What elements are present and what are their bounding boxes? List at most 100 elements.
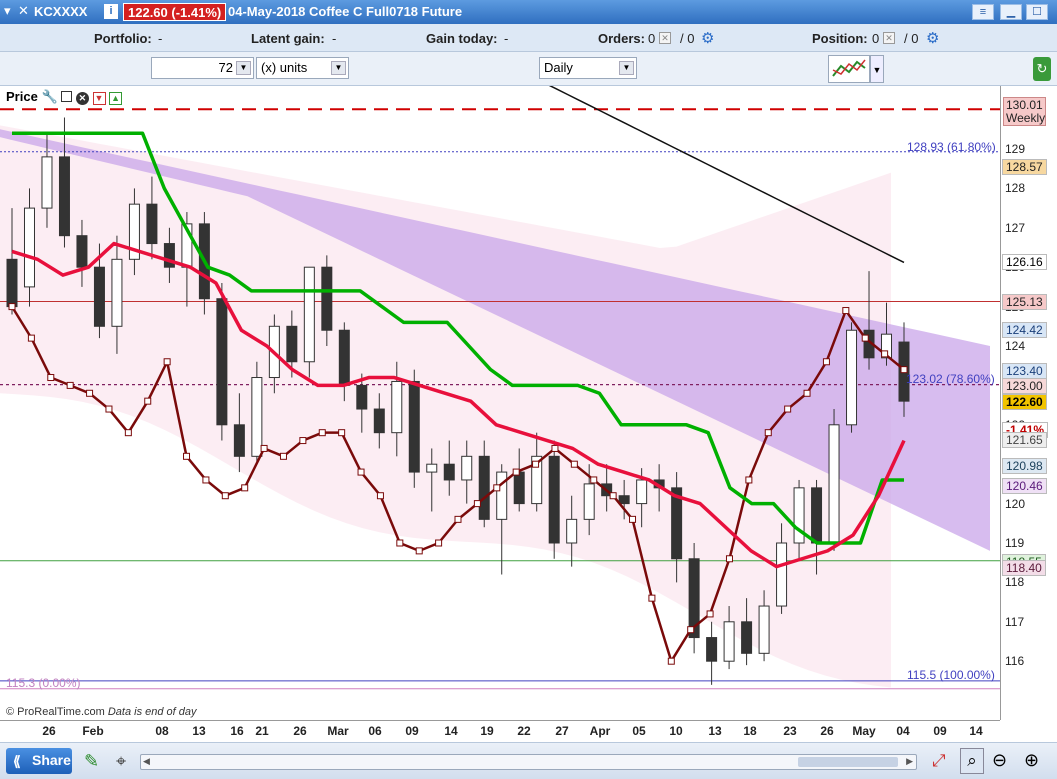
- indicator-point: [493, 484, 501, 492]
- position-gear-icon[interactable]: ⚙: [926, 29, 939, 47]
- indicator-point: [279, 452, 287, 460]
- date-axis[interactable]: [0, 720, 1000, 742]
- indicator-point: [415, 547, 423, 555]
- price-tick-label: 118: [1005, 575, 1025, 590]
- date-tick-label: 21: [255, 724, 269, 738]
- close-icon[interactable]: ✕: [75, 92, 89, 105]
- close-icon[interactable]: ✕: [18, 3, 29, 19]
- date-tick-label: 26: [820, 724, 834, 738]
- indicator-point: [590, 476, 598, 484]
- position-label: Position:: [812, 31, 868, 46]
- indicators-dropdown[interactable]: ▼: [870, 55, 884, 83]
- indicator-point: [648, 594, 656, 602]
- indicator-point: [241, 484, 249, 492]
- zoom-in-icon[interactable]: ⊕: [1024, 750, 1039, 771]
- date-tick-label: 09: [405, 724, 419, 738]
- zoom-fit-icon[interactable]: ⌕: [960, 748, 984, 774]
- candle-body: [286, 325, 298, 363]
- symbol-label[interactable]: KCXXXX: [34, 4, 87, 19]
- price-chart[interactable]: [0, 86, 1000, 720]
- drawing-tools-icon[interactable]: ✎: [84, 751, 99, 772]
- price-marker-label: 122.60: [1002, 394, 1047, 411]
- indicator-point: [299, 437, 307, 445]
- move-up-icon[interactable]: ▲: [109, 92, 123, 105]
- date-tick-label: 13: [708, 724, 722, 738]
- chevron-down-icon[interactable]: ▼: [236, 61, 251, 75]
- share-button[interactable]: ⟪ Share: [6, 748, 72, 774]
- indicator-point: [706, 610, 714, 618]
- chevron-down-icon[interactable]: ▼: [331, 61, 346, 75]
- indicator-point: [183, 452, 191, 460]
- position-cancel-icon[interactable]: ✕: [883, 32, 895, 44]
- candle-body: [758, 605, 770, 654]
- minimize-icon[interactable]: ▁: [1000, 4, 1022, 20]
- cursor-icon[interactable]: ⌖: [116, 751, 126, 772]
- date-tick-label: 27: [555, 724, 569, 738]
- candle-body: [76, 235, 88, 268]
- weekly-label: Weekly: [1006, 111, 1046, 125]
- date-tick-label: 10: [669, 724, 683, 738]
- indicators-icon[interactable]: [828, 55, 870, 83]
- price-tick-label: 128: [1005, 181, 1026, 196]
- reset-zoom-icon[interactable]: ⤢: [932, 751, 946, 771]
- indicator-point: [221, 492, 229, 500]
- window-icon[interactable]: [61, 91, 73, 102]
- orders-cancel-icon[interactable]: ✕: [659, 32, 671, 44]
- indicator-point: [512, 468, 520, 476]
- scroll-right-icon[interactable]: ▶: [906, 756, 913, 767]
- candle-body: [793, 487, 805, 544]
- gain-today-value: -: [504, 31, 509, 46]
- indicator-point: [105, 405, 113, 413]
- price-tick-label: 119: [1005, 536, 1025, 550]
- zoom-out-icon[interactable]: ⊖: [992, 750, 1007, 771]
- units-type-label: (x) units: [261, 60, 308, 75]
- orders-gear-icon[interactable]: ⚙: [701, 29, 714, 47]
- indicator-point: [570, 460, 578, 468]
- price-chart-svg[interactable]: [0, 86, 1000, 720]
- candle-body: [111, 258, 123, 327]
- refresh-icon[interactable]: ↻: [1033, 57, 1051, 81]
- chevron-down-icon[interactable]: ▾: [4, 3, 11, 19]
- indicator-point: [687, 626, 695, 634]
- candle-body: [338, 329, 350, 386]
- price-tick-label: 120: [1005, 496, 1026, 511]
- scroll-left-icon[interactable]: ◀: [143, 756, 150, 767]
- latent-gain-value: -: [332, 31, 337, 46]
- units-quantity-value: 72: [218, 60, 233, 75]
- instrument-description: 04-May-2018 Coffee C Full0718 Future: [228, 4, 463, 19]
- date-tick-label: 26: [293, 724, 307, 738]
- menu-icon[interactable]: ≡: [972, 4, 994, 20]
- move-down-icon[interactable]: ▼: [92, 92, 106, 105]
- units-quantity-field[interactable]: 72 ▼: [151, 57, 254, 79]
- indicator-point: [260, 444, 268, 452]
- fib-786-label: 123.02 (78.60%): [906, 372, 995, 386]
- candle-body: [233, 424, 245, 457]
- price-marker-label: 126.16: [1002, 253, 1047, 270]
- fib-618-label: 128.93 (61.80%): [907, 140, 996, 154]
- portfolio-value: -: [158, 31, 163, 46]
- candle-body: [373, 408, 385, 434]
- candle-body: [391, 380, 403, 434]
- price-marker-label: 120.98: [1002, 457, 1047, 474]
- candle-body: [303, 266, 315, 363]
- wrench-icon[interactable]: 🔧: [41, 89, 57, 104]
- candle-body: [513, 471, 525, 505]
- indicator-point: [532, 460, 540, 468]
- units-type-select[interactable]: (x) units ▼: [256, 57, 349, 79]
- candle-body: [216, 298, 228, 426]
- indicator-point: [47, 374, 55, 382]
- indicator-point: [784, 405, 792, 413]
- chevron-down-icon[interactable]: ▼: [619, 61, 634, 75]
- indicator-point: [609, 492, 617, 500]
- candle-body: [478, 455, 490, 520]
- maximize-icon[interactable]: ☐: [1026, 4, 1048, 20]
- period-select[interactable]: Daily ▼: [539, 57, 637, 79]
- candle-body: [618, 495, 630, 505]
- scrollbar-thumb[interactable]: [798, 757, 898, 767]
- date-tick-label: 14: [969, 724, 983, 738]
- price-marker-label: 120.46: [1002, 478, 1047, 495]
- candle-body: [146, 203, 158, 245]
- date-tick-label: 18: [743, 724, 757, 738]
- info-icon[interactable]: i: [104, 4, 118, 19]
- chart-scrollbar[interactable]: ◀ ▶: [140, 754, 917, 770]
